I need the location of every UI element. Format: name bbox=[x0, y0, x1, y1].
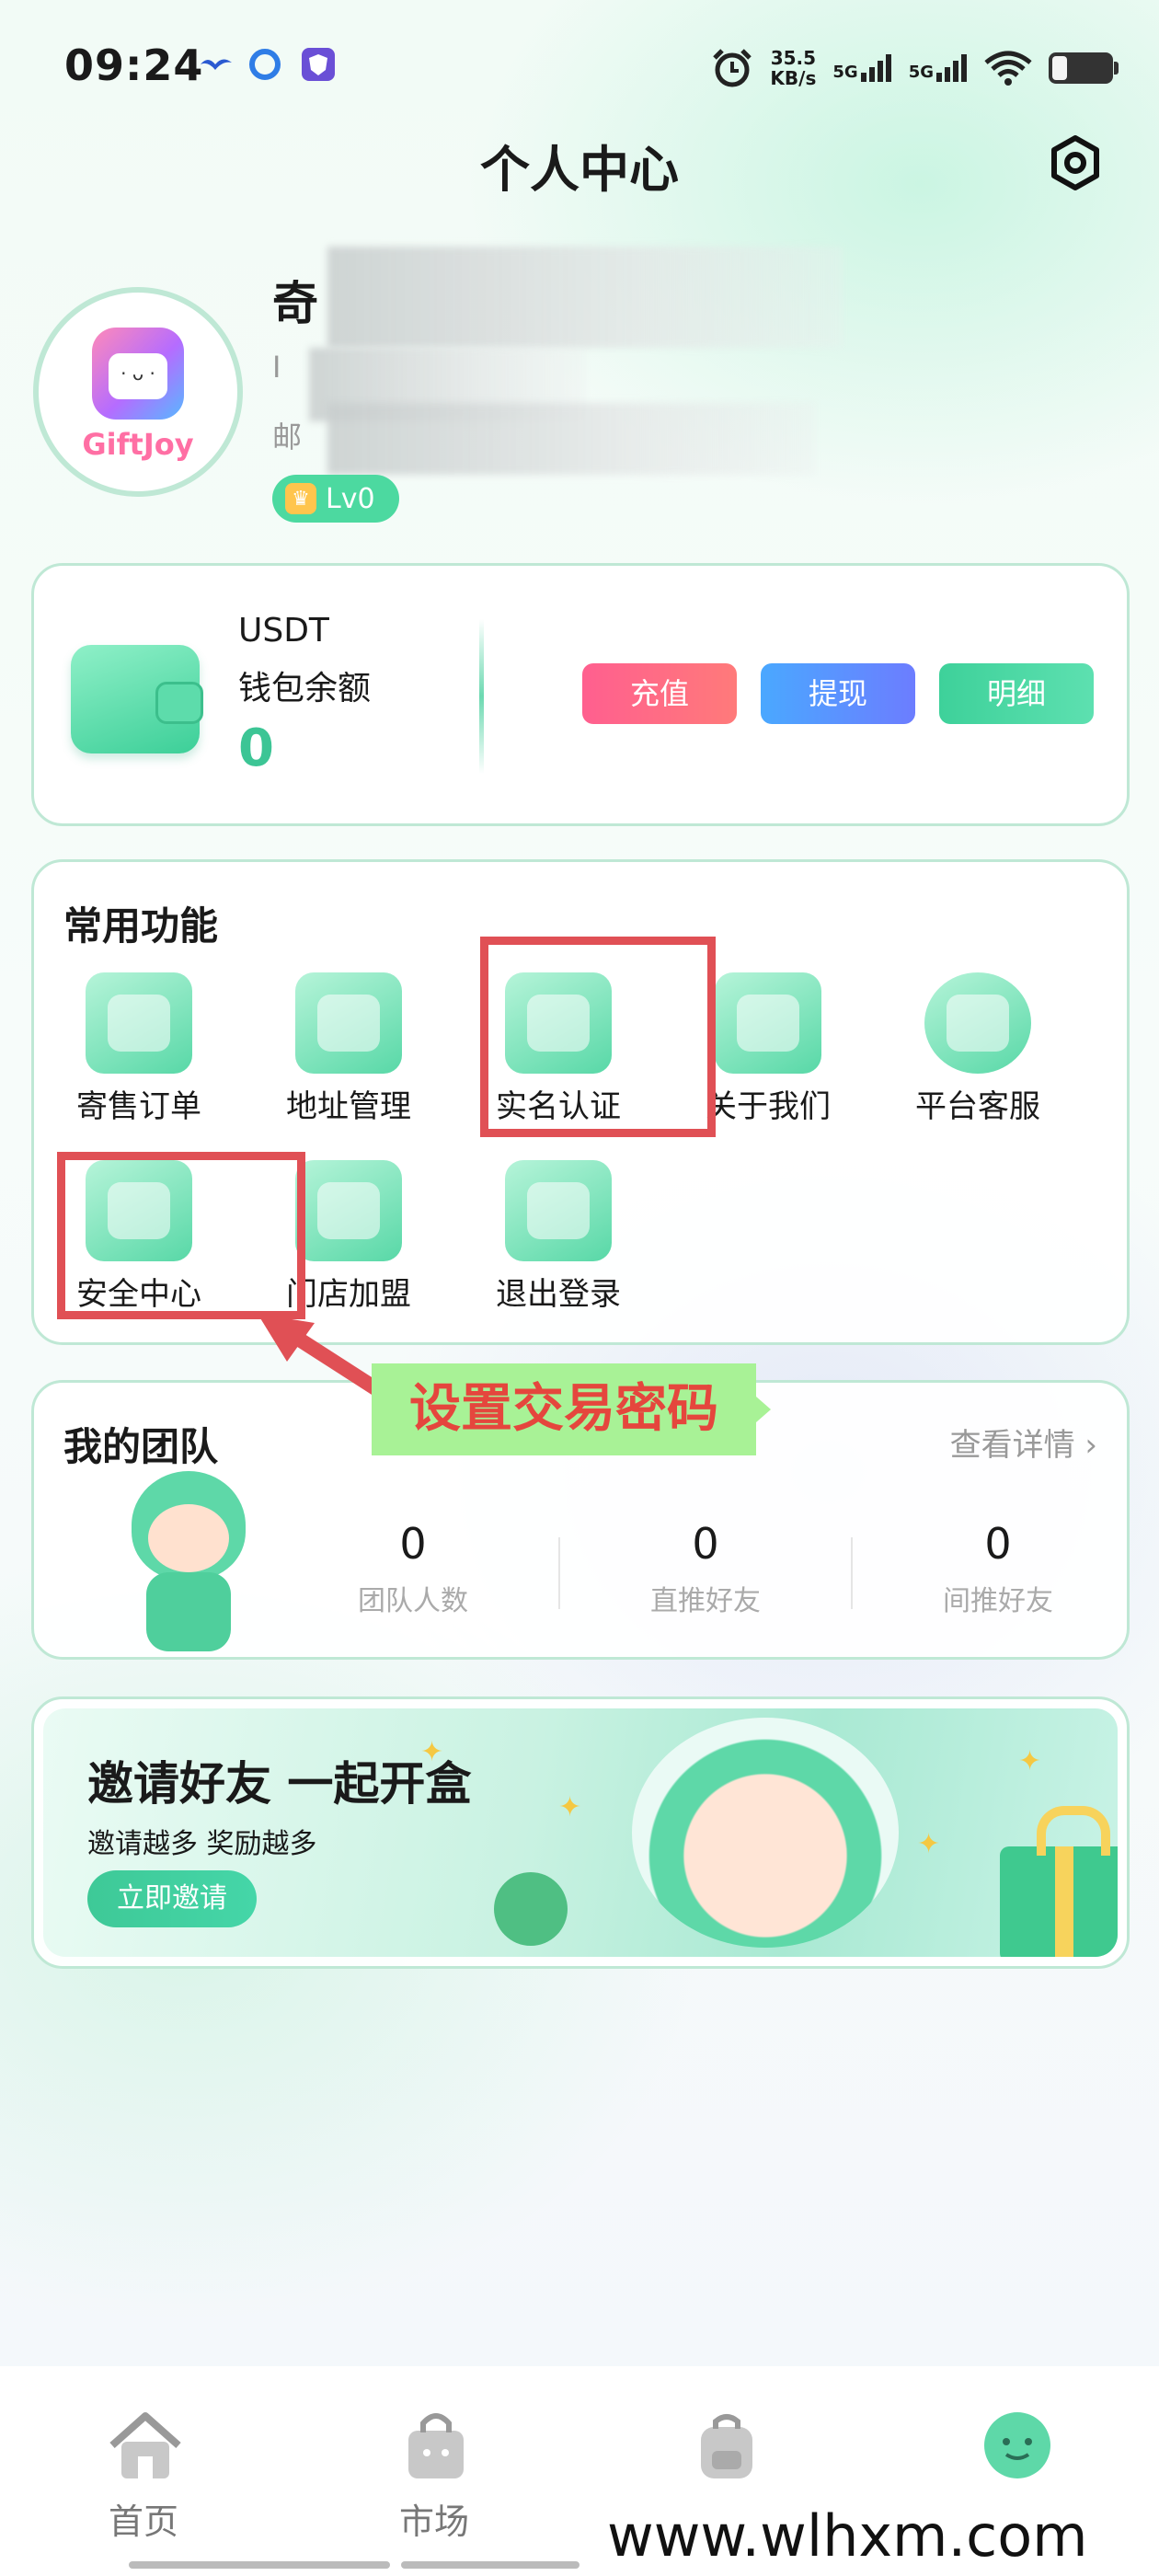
bear-toy-illustration bbox=[494, 1872, 568, 1946]
network-speed-value: 35.5 bbox=[770, 47, 817, 69]
about-us-icon bbox=[715, 972, 821, 1074]
highlight-real-name-box bbox=[480, 937, 716, 1137]
signal-2: 5G bbox=[909, 54, 968, 82]
functions-title: 常用功能 bbox=[63, 903, 219, 949]
function-address-management[interactable]: 地址管理 bbox=[244, 972, 453, 1145]
stat-value: 0 bbox=[399, 1519, 427, 1569]
annotation-label: 设置交易密码 bbox=[372, 1363, 771, 1455]
sparkle-icon: ✦ bbox=[917, 1828, 941, 1860]
bird-notification-icon bbox=[201, 59, 232, 70]
stat-divider bbox=[558, 1537, 560, 1609]
function-label: 地址管理 bbox=[286, 1088, 411, 1125]
store-icon bbox=[295, 1160, 402, 1261]
customer-service-headset-icon bbox=[924, 972, 1031, 1074]
tab-label: 首页 bbox=[108, 2501, 178, 2542]
sparkle-icon: ✦ bbox=[558, 1791, 582, 1823]
wallet-balance-label: 钱包余额 bbox=[238, 670, 372, 707]
signal-1: 5G bbox=[832, 54, 891, 82]
wallet-currency: USDT bbox=[238, 612, 329, 650]
status-bar: 09:24 35.5 KB/s 5G 5G bbox=[0, 0, 1159, 138]
function-label: 寄售订单 bbox=[76, 1088, 201, 1125]
signal-bars-icon bbox=[936, 54, 967, 82]
backpack-icon bbox=[701, 2414, 752, 2478]
wallet-balance-value: 0 bbox=[238, 719, 274, 778]
gift-box-illustration bbox=[1000, 1806, 1118, 1957]
sparkle-icon: ✦ bbox=[1018, 1745, 1042, 1777]
wallet-card: USDT 钱包余额 0 充值 提现 明细 bbox=[31, 563, 1130, 826]
invite-subtitle: 邀请越多 奖励越多 bbox=[87, 1828, 317, 1860]
stat-label: 团队人数 bbox=[358, 1585, 468, 1617]
mascot-girl-illustration bbox=[632, 1718, 899, 1948]
signal-bars-icon bbox=[860, 54, 891, 82]
team-stat-indirect: 0 间推好友 bbox=[860, 1519, 1136, 1618]
crown-icon: ♛ bbox=[285, 483, 316, 514]
tab-indicator bbox=[129, 2561, 390, 2569]
signal-1-label: 5G bbox=[832, 63, 858, 82]
stat-value: 0 bbox=[984, 1519, 1012, 1569]
address-pin-icon bbox=[295, 972, 402, 1074]
wallet-divider bbox=[479, 619, 484, 774]
status-right-group: 35.5 KB/s 5G 5G bbox=[711, 42, 1119, 94]
team-view-details-link[interactable]: 查看详情 › bbox=[950, 1420, 1097, 1465]
chevron-right-icon: › bbox=[1084, 1427, 1097, 1464]
wifi-icon bbox=[984, 51, 1032, 86]
tab-market[interactable]: 市场 bbox=[296, 2366, 572, 2550]
network-speed: 35.5 KB/s bbox=[770, 48, 816, 88]
level-badge: ♛ Lv0 bbox=[272, 475, 399, 523]
consignment-order-icon bbox=[86, 972, 192, 1074]
invite-now-button[interactable]: 立即邀请 bbox=[87, 1870, 257, 1927]
wallet-icon bbox=[71, 645, 203, 753]
vpn-shield-icon bbox=[302, 48, 335, 81]
team-mascot-image bbox=[126, 1471, 251, 1651]
signal-2-label: 5G bbox=[908, 63, 934, 82]
function-label: 平台客服 bbox=[915, 1088, 1040, 1125]
stat-value: 0 bbox=[692, 1519, 719, 1569]
team-stat-direct: 0 直推好友 bbox=[568, 1519, 843, 1618]
function-consignment-order[interactable]: 寄售订单 bbox=[34, 972, 244, 1145]
level-text: Lv0 bbox=[326, 482, 375, 515]
function-label: 退出登录 bbox=[496, 1276, 621, 1313]
alarm-icon bbox=[713, 49, 752, 87]
withdraw-button[interactable]: 提现 bbox=[761, 663, 915, 724]
username: 奇 bbox=[272, 277, 318, 330]
invite-title: 邀请好友 一起开盒 bbox=[87, 1757, 472, 1811]
tab-indicator bbox=[401, 2561, 580, 2569]
stat-divider bbox=[851, 1537, 853, 1609]
function-customer-service[interactable]: 平台客服 bbox=[873, 972, 1083, 1145]
page-title: 个人中心 bbox=[480, 141, 679, 199]
smiley-profile-icon bbox=[984, 2412, 1050, 2478]
gift-box-logo-icon bbox=[92, 328, 184, 420]
annotation-arrow-icon bbox=[258, 1314, 393, 1403]
user-email: 邮 bbox=[272, 420, 303, 454]
privacy-blur bbox=[327, 247, 843, 348]
function-logout[interactable]: 退出登录 bbox=[453, 1160, 663, 1333]
battery-icon bbox=[1049, 52, 1119, 84]
status-time: 09:24 bbox=[64, 40, 204, 90]
network-speed-unit: KB/s bbox=[770, 67, 817, 89]
avatar-logo-text: GiftJoy bbox=[82, 427, 194, 462]
stat-label: 直推好友 bbox=[650, 1585, 761, 1617]
invite-card[interactable]: ✦ ✦ ✦ ✦ 邀请好友 一起开盒 邀请越多 奖励越多 立即邀请 bbox=[31, 1696, 1130, 1969]
market-bag-icon bbox=[408, 2413, 464, 2478]
recharge-button[interactable]: 充值 bbox=[582, 663, 737, 724]
user-id: I bbox=[272, 350, 281, 385]
app-notification-icon bbox=[249, 49, 281, 80]
detail-button[interactable]: 明细 bbox=[939, 663, 1094, 724]
team-title: 我的团队 bbox=[63, 1424, 219, 1469]
tab-home[interactable]: 首页 bbox=[6, 2366, 281, 2550]
team-view-details-label: 查看详情 bbox=[949, 1427, 1075, 1464]
tab-label: 市场 bbox=[398, 2501, 469, 2542]
privacy-blur bbox=[327, 403, 815, 475]
watermark-text: www.wlhxm.com bbox=[607, 2502, 1088, 2570]
home-icon bbox=[109, 2412, 181, 2478]
avatar[interactable]: GiftJoy bbox=[33, 287, 243, 497]
settings-hexagon-icon[interactable] bbox=[1047, 134, 1104, 191]
team-stat-members: 0 团队人数 bbox=[275, 1519, 551, 1618]
stat-label: 间推好友 bbox=[943, 1585, 1053, 1617]
logout-icon bbox=[505, 1160, 612, 1261]
